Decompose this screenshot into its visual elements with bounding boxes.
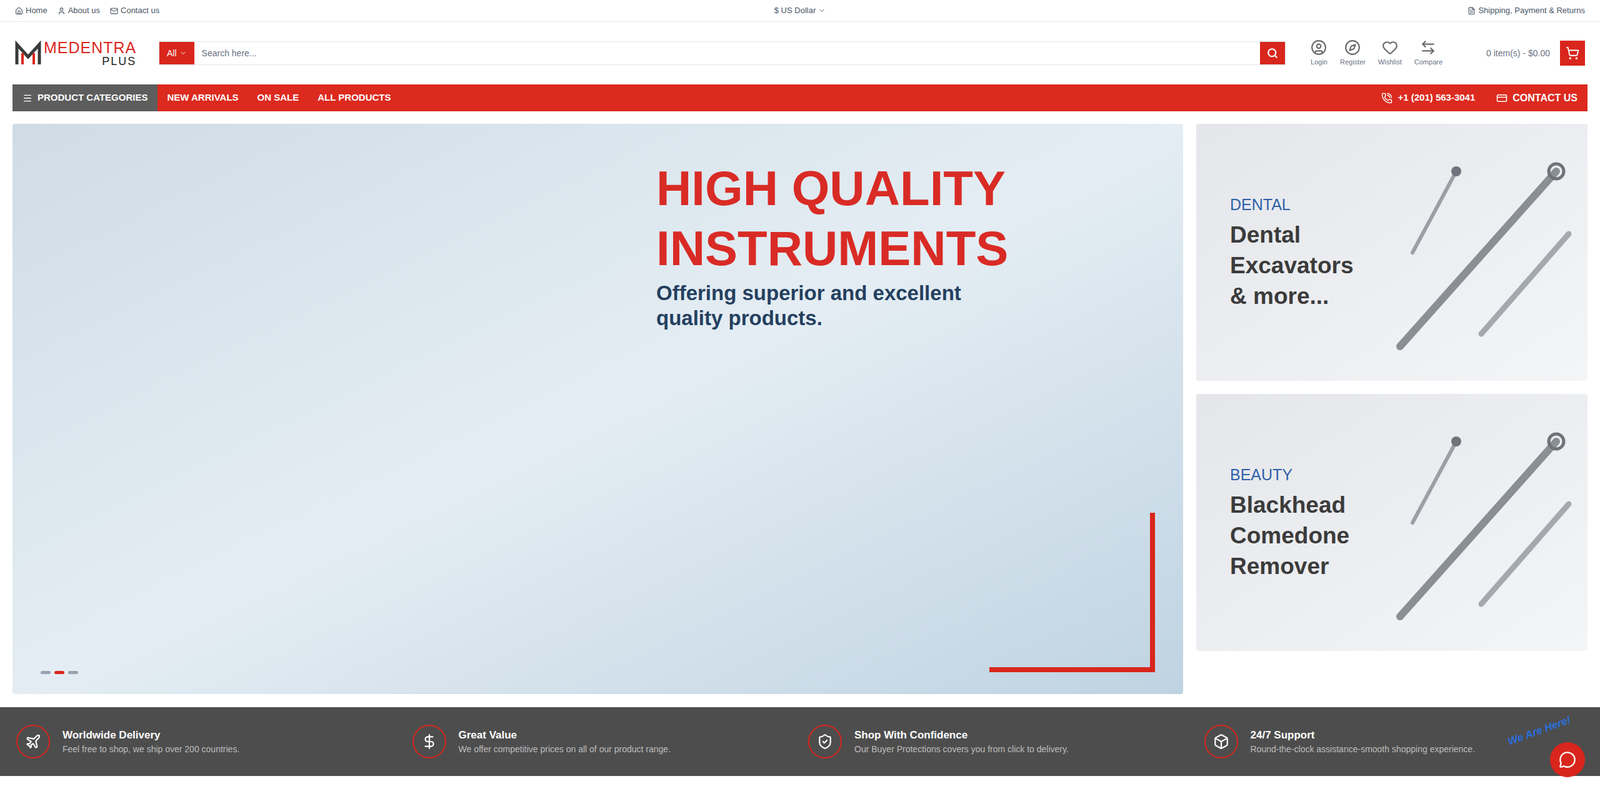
caret-icon [818, 6, 826, 15]
account-link[interactable]: Register [1340, 39, 1366, 68]
account-link[interactable]: Wishlist [1378, 39, 1402, 68]
features-bar: Worldwide DeliveryFeel free to shop, we … [0, 706, 1600, 776]
logo-name: MEDENTRA [43, 40, 137, 56]
corner-bracket [989, 512, 1155, 672]
promo-category: DENTAL [1230, 193, 1354, 217]
currency-selector[interactable]: $ US Dollar [774, 4, 826, 17]
promo-category: BEAUTY [1230, 463, 1350, 487]
link-icon [57, 6, 66, 15]
feature-text: Our Buyer Protections covers you from cl… [854, 742, 1069, 756]
promo-title: Excavators [1230, 250, 1354, 281]
link-icon [110, 6, 119, 15]
cart[interactable]: 0 item(s) - $0.00 [1486, 40, 1585, 66]
menu-icon [22, 93, 33, 104]
feature-icon [1213, 733, 1230, 750]
feature-icon [816, 733, 834, 750]
hero-subtitle: quality products. [656, 305, 1184, 331]
promo-title: & more... [1230, 280, 1354, 312]
logo-sub: PLUS [101, 55, 137, 67]
contact-card-icon [1496, 92, 1508, 104]
cart-icon [1565, 46, 1580, 60]
nav-bar: PRODUCT CATEGORIES NEW ARRIVALS ON SALE ALL… [12, 84, 1588, 112]
feature-title: Great Value [458, 726, 672, 744]
phone-icon [1381, 92, 1393, 104]
comedone-remover-icon [1387, 416, 1575, 629]
nav-item[interactable]: NEW ARRIVALS [166, 90, 239, 105]
search-bar: All [158, 41, 1286, 65]
top-link[interactable]: Home [15, 4, 48, 17]
logo[interactable]: MEDENTRAPLUS [15, 40, 144, 67]
page: Home About us Contact us $ US Dollar Shippin… [0, 0, 1600, 796]
account-icon [1420, 39, 1437, 56]
promo-card[interactable]: DENTALDentalExcavators& more... [1196, 123, 1588, 381]
search-button[interactable] [1260, 41, 1285, 65]
feature-item: Worldwide DeliveryFeel free to shop, we … [16, 724, 413, 759]
categories-button[interactable]: PRODUCT CATEGORIES [12, 84, 158, 112]
search-icon [1266, 47, 1279, 59]
slide-dot[interactable] [68, 670, 79, 674]
account-icon [1310, 39, 1327, 56]
nav-item[interactable]: ON SALE [257, 90, 300, 105]
slide-dot[interactable] [40, 670, 51, 674]
hero-subtitle: Offering superior and excellent [656, 280, 1184, 306]
feature-text: Feel free to shop, we ship over 200 coun… [62, 742, 240, 756]
promo-title: Blackhead [1230, 489, 1350, 520]
feature-title: 24/7 Support [1250, 726, 1476, 744]
chat-icon [1558, 750, 1577, 769]
feature-item: Great ValueWe offer competitive prices o… [412, 724, 809, 759]
promo-title: Remover [1230, 550, 1350, 582]
phone-link[interactable]: +1 (201) 563-3041 [1381, 90, 1475, 105]
account-link[interactable]: Login [1310, 39, 1328, 68]
header: MEDENTRAPLUS All Login Register Wishlist Comp… [0, 21, 1600, 85]
promo-card[interactable]: BEAUTYBlackheadComedoneRemover [1196, 393, 1588, 651]
account-link[interactable]: Compare [1414, 39, 1443, 68]
top-link[interactable]: About us [57, 4, 100, 17]
hero-title: INSTRUMENTS [656, 218, 1184, 279]
account-icon [1344, 39, 1361, 56]
top-bar: Home About us Contact us $ US Dollar Shippin… [0, 0, 1600, 22]
feature-icon [25, 733, 42, 750]
nav-item[interactable]: ALL PRODUCTS [317, 90, 391, 105]
hero-banner[interactable]: HIGH QUALITYINSTRUMENTSOffering superior… [12, 123, 1184, 694]
account-icon [1381, 39, 1399, 56]
dental-instruments-icon [1387, 146, 1575, 359]
promo-title: Comedone [1230, 520, 1350, 551]
category-dropdown[interactable]: All [159, 41, 195, 65]
logo-mark-icon [15, 40, 42, 66]
top-link[interactable]: Contact us [110, 4, 160, 17]
feature-icon [421, 733, 438, 750]
feature-text: We offer competitive prices on all of ou… [458, 742, 672, 756]
feature-title: Shop With Confidence [854, 726, 1069, 744]
shipping-link[interactable]: Shipping, Payment & Returns [1467, 4, 1585, 17]
promo-title: Dental [1230, 219, 1354, 250]
caret-icon [179, 49, 187, 57]
hero-title: HIGH QUALITY [656, 158, 1184, 219]
feature-item: Shop With ConfidenceOur Buyer Protection… [808, 724, 1205, 759]
search-input[interactable] [194, 41, 1260, 65]
document-icon [1467, 6, 1476, 15]
feature-text: Round-the-clock assistance-smooth shoppi… [1250, 742, 1476, 756]
slide-dot[interactable] [54, 670, 65, 674]
contact-link[interactable]: CONTACT US [1496, 90, 1578, 106]
chat-widget[interactable]: We Are Here! [1506, 722, 1585, 778]
feature-title: Worldwide Delivery [62, 726, 240, 744]
slide-dots [40, 670, 79, 674]
link-icon [15, 6, 24, 15]
hero: HIGH QUALITYINSTRUMENTSOffering superior… [12, 123, 1588, 694]
